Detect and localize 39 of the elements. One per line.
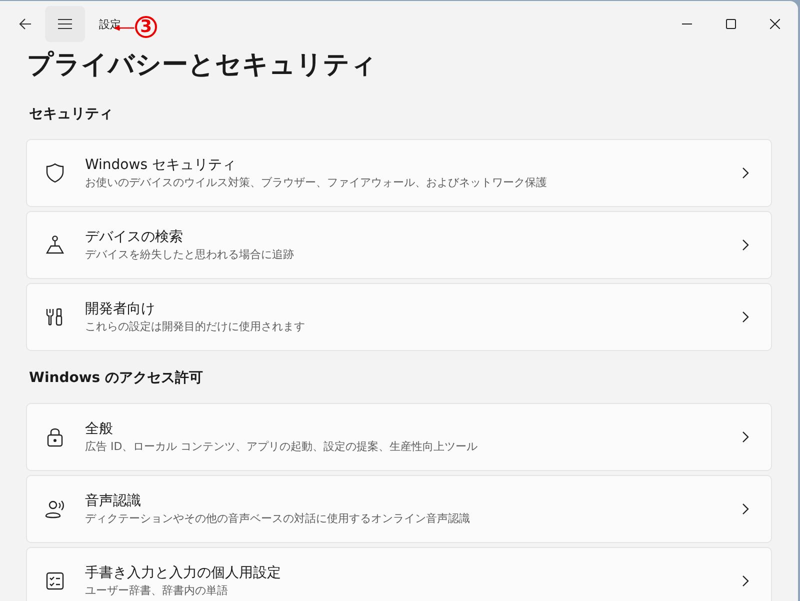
settings-card[interactable]: 開発者向け これらの設定は開発目的だけに使用されます <box>26 283 772 351</box>
card-description: これらの設定は開発目的だけに使用されます <box>85 319 306 334</box>
card-description: お使いのデバイスのウイルス対策、ブラウザー、ファイアウォール、およびネットワーク保護 <box>85 175 548 190</box>
chevron-icon <box>742 167 749 179</box>
card-title: 手書き入力と入力の個人用設定 <box>85 564 282 583</box>
checklist-icon <box>46 572 64 590</box>
settings-card[interactable]: Windows セキュリティ お使いのデバイスのウイルス対策、ブラウザー、ファイアウォール、およびネットワーク保護 <box>26 139 772 207</box>
lock-icon <box>47 428 63 447</box>
card-title: デバイスの検索 <box>85 228 184 247</box>
card-description: ユーザー辞書、辞書内の単語 <box>85 583 229 598</box>
card-title: 開発者向け <box>85 300 156 319</box>
page-title: プライバシーとセキュリティ <box>27 49 378 82</box>
chevron-icon <box>742 431 749 443</box>
settings-card[interactable]: 全般 広告 ID、ローカル コンテンツ、アプリの起動、設定の提案、生産性向上ツール <box>26 403 772 471</box>
person-pin-icon <box>46 236 64 254</box>
card-title: 音声認識 <box>85 492 142 511</box>
settings-card[interactable]: デバイスの検索 デバイスを紛失したと思われる場合に追跡 <box>26 211 772 279</box>
section-heading: Windows のアクセス許可 <box>29 369 204 387</box>
settings-card[interactable]: 音声認識 ディクテーションやその他の音声ベースの対話に使用するオンライン音声認識 <box>26 475 772 543</box>
annotation-number: 3 <box>135 16 157 38</box>
chevron-icon <box>742 239 749 251</box>
back-icon[interactable] <box>18 18 32 30</box>
menu-button[interactable] <box>45 6 85 42</box>
speaking-person-icon <box>45 500 64 518</box>
card-title: Windows セキュリティ <box>85 156 237 175</box>
card-title: 全般 <box>85 420 114 439</box>
card-description: ディクテーションやその他の音声ベースの対話に使用するオンライン音声認識 <box>85 511 471 526</box>
card-description: デバイスを紛失したと思われる場合に追跡 <box>85 247 295 262</box>
maximize-icon[interactable] <box>726 19 736 29</box>
section-heading: セキュリティ <box>29 105 114 123</box>
chevron-icon <box>742 311 749 323</box>
close-icon[interactable] <box>770 19 780 29</box>
menu-icon <box>57 18 73 30</box>
settings-card[interactable]: 手書き入力と入力の個人用設定 ユーザー辞書、辞書内の単語 <box>26 547 772 601</box>
chevron-icon <box>742 575 749 587</box>
tools-icon <box>46 308 62 326</box>
chevron-icon <box>742 503 749 515</box>
card-description: 広告 ID、ローカル コンテンツ、アプリの起動、設定の提案、生産性向上ツール <box>85 439 479 454</box>
shield-icon <box>46 163 64 183</box>
